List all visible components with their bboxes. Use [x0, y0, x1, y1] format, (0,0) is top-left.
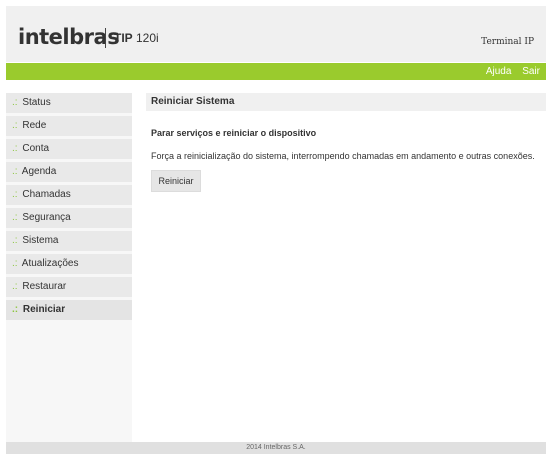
- bullet-icon: .:: [12, 166, 18, 177]
- sidebar-item-label: Agenda: [21, 166, 57, 177]
- bullet-icon: .:: [12, 235, 18, 246]
- sidebar-item-rede[interactable]: .: Rede: [6, 116, 132, 136]
- restart-button[interactable]: Reiniciar: [151, 170, 201, 192]
- bullet-icon: .:: [12, 189, 18, 200]
- bullet-icon: .:: [12, 97, 18, 108]
- bullet-icon: .:: [12, 212, 18, 223]
- sidebar-item-reiniciar[interactable]: .: Reiniciar: [6, 300, 132, 320]
- bullet-icon: .:: [12, 143, 18, 154]
- logout-link[interactable]: Sair: [522, 66, 540, 77]
- sidebar-item-agenda[interactable]: .: Agenda: [6, 162, 132, 182]
- section-title: Reiniciar Sistema: [146, 93, 546, 111]
- sidebar-item-label: Segurança: [22, 212, 71, 223]
- terminal-label: Terminal IP: [481, 37, 534, 47]
- sidebar: .: Status .: Rede .: Conta .: Agenda .: …: [6, 93, 132, 442]
- logo-divider: [105, 28, 106, 48]
- sidebar-item-sistema[interactable]: .: Sistema: [6, 231, 132, 251]
- header: intelbras TIP 120i Terminal IP: [6, 6, 546, 62]
- sidebar-item-label: Conta: [22, 143, 50, 154]
- bullet-icon: .:: [12, 120, 18, 131]
- section-description: Força a reinicialização do sistema, inte…: [151, 151, 535, 161]
- sidebar-item-restaurar[interactable]: .: Restaurar: [6, 277, 132, 297]
- sidebar-item-label: Status: [22, 97, 51, 108]
- section-subtitle: Parar serviços e reiniciar o dispositivo: [151, 128, 317, 138]
- sidebar-item-label: Sistema: [22, 235, 59, 246]
- bullet-icon: .:: [12, 281, 18, 292]
- top-links: Ajuda Sair: [478, 66, 540, 77]
- top-nav-bar: Ajuda Sair: [6, 63, 546, 80]
- model-suffix: 120i: [132, 31, 159, 45]
- sidebar-item-label: Chamadas: [22, 189, 71, 200]
- sidebar-item-label: Reiniciar: [22, 304, 66, 315]
- sidebar-item-label: Atualizações: [21, 258, 79, 269]
- sidebar-item-chamadas[interactable]: .: Chamadas: [6, 185, 132, 205]
- footer-copyright: 2014 Intelbras S.A.: [6, 442, 546, 454]
- help-link[interactable]: Ajuda: [486, 66, 512, 77]
- sidebar-item-label: Rede: [22, 120, 47, 131]
- bullet-icon: .:: [12, 258, 18, 269]
- device-model: TIP 120i: [114, 31, 159, 45]
- sidebar-item-atualizacoes[interactable]: .: Atualizações: [6, 254, 132, 274]
- sidebar-item-conta[interactable]: .: Conta: [6, 139, 132, 159]
- sidebar-item-status[interactable]: .: Status: [6, 93, 132, 113]
- sidebar-item-seguranca[interactable]: .: Segurança: [6, 208, 132, 228]
- model-prefix: TIP: [114, 31, 133, 45]
- bullet-icon: .:: [12, 304, 19, 315]
- main-content: Reiniciar Sistema Parar serviços e reini…: [146, 93, 546, 192]
- intelbras-logo: intelbras: [18, 25, 120, 49]
- sidebar-item-label: Restaurar: [22, 281, 67, 292]
